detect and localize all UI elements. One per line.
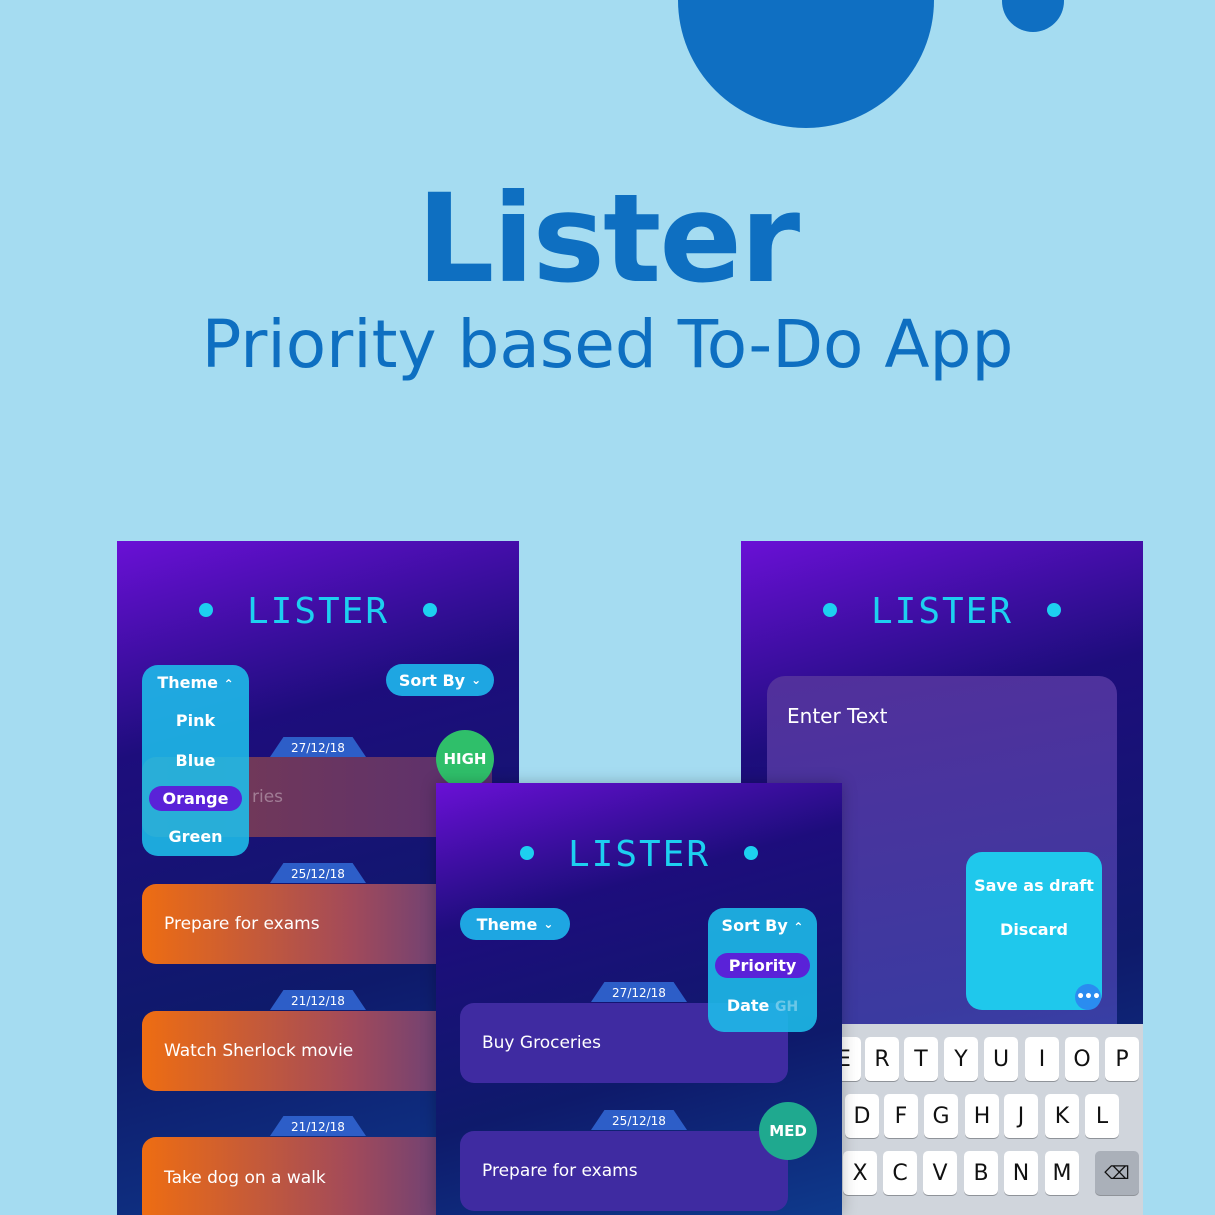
- sort-option-date[interactable]: Date GH: [708, 996, 817, 1015]
- logo-dot-icon: [423, 603, 438, 617]
- logo-dot-icon: [1047, 603, 1062, 617]
- sort-by-dropdown[interactable]: Sort By ⌃ Priority Date GH: [708, 908, 817, 1032]
- key[interactable]: X: [843, 1151, 877, 1195]
- logo-dot-icon: [822, 603, 837, 617]
- logo-dot-icon: [744, 846, 759, 860]
- key[interactable]: I: [1025, 1037, 1059, 1081]
- theme-dropdown-header[interactable]: Theme ⌃: [142, 665, 249, 692]
- key[interactable]: P: [1105, 1037, 1139, 1081]
- theme-button[interactable]: Theme ⌄: [460, 908, 570, 940]
- hero-title: Lister: [416, 168, 800, 310]
- more-horizontal-icon[interactable]: •••: [1075, 984, 1101, 1010]
- onscreen-keyboard: E R T Y U I O P D F G H J K L X C V B N …: [827, 1024, 1143, 1215]
- key[interactable]: Y: [944, 1037, 978, 1081]
- key[interactable]: K: [1045, 1094, 1079, 1138]
- task-date-tab: 21/12/18: [270, 1116, 366, 1136]
- theme-option-green[interactable]: Green: [142, 827, 249, 846]
- task-date-tab: 21/12/18: [270, 990, 366, 1010]
- logo-dot-icon: [198, 603, 213, 617]
- phone-screen-sort-menu: LISTER Theme ⌄ 27/12/18 Buy Groceries 25/…: [436, 783, 842, 1215]
- app-logo: LISTER: [741, 592, 1143, 632]
- priority-badge-high[interactable]: HIGH: [436, 730, 494, 788]
- key[interactable]: F: [884, 1094, 918, 1138]
- backspace-icon[interactable]: ⌫: [1095, 1151, 1139, 1195]
- key[interactable]: O: [1065, 1037, 1099, 1081]
- logo-dot-icon: [519, 846, 534, 860]
- editor-placeholder: Enter Text: [787, 704, 888, 728]
- app-logo: LISTER: [117, 592, 519, 632]
- key[interactable]: D: [845, 1094, 879, 1138]
- theme-option-orange[interactable]: Orange: [142, 786, 249, 811]
- discard-button[interactable]: Discard: [966, 920, 1102, 939]
- task-card[interactable]: Prepare for exams: [460, 1131, 788, 1211]
- key[interactable]: H: [965, 1094, 999, 1138]
- priority-badge-med[interactable]: MED: [759, 1102, 817, 1160]
- key[interactable]: J: [1004, 1094, 1038, 1138]
- key[interactable]: B: [964, 1151, 998, 1195]
- theme-option-blue[interactable]: Blue: [142, 751, 249, 770]
- decorative-circle-small: [1002, 0, 1064, 32]
- sort-by-button[interactable]: Sort By ⌄: [386, 664, 494, 696]
- hero-subtitle: Priority based To-Do App: [201, 306, 1014, 383]
- decorative-circle-large: [678, 0, 934, 128]
- sort-option-priority[interactable]: Priority: [708, 953, 817, 978]
- key[interactable]: T: [904, 1037, 938, 1081]
- theme-option-pink[interactable]: Pink: [142, 711, 249, 730]
- app-logo: LISTER: [436, 835, 842, 875]
- key[interactable]: L: [1085, 1094, 1119, 1138]
- key[interactable]: R: [865, 1037, 899, 1081]
- chevron-down-icon: ⌄: [471, 673, 482, 687]
- task-date-tab: 25/12/18: [591, 1110, 687, 1130]
- key[interactable]: G: [924, 1094, 958, 1138]
- key[interactable]: M: [1045, 1151, 1079, 1195]
- sort-dropdown-header[interactable]: Sort By ⌃: [708, 908, 817, 935]
- save-draft-button[interactable]: Save as draft: [966, 876, 1102, 895]
- key[interactable]: N: [1004, 1151, 1038, 1195]
- task-date-tab: 25/12/18: [270, 863, 366, 883]
- key[interactable]: V: [923, 1151, 957, 1195]
- task-date-tab: 27/12/18: [591, 982, 687, 1002]
- key[interactable]: C: [883, 1151, 917, 1195]
- task-date-tab: 27/12/18: [270, 737, 366, 757]
- key[interactable]: U: [984, 1037, 1018, 1081]
- chevron-up-icon: ⌃: [223, 677, 234, 691]
- hidden-badge-text: GH: [774, 999, 799, 1015]
- chevron-up-icon: ⌃: [793, 920, 804, 934]
- chevron-down-icon: ⌄: [543, 917, 554, 931]
- theme-dropdown[interactable]: Theme ⌃ Pink Blue Orange Green: [142, 665, 249, 856]
